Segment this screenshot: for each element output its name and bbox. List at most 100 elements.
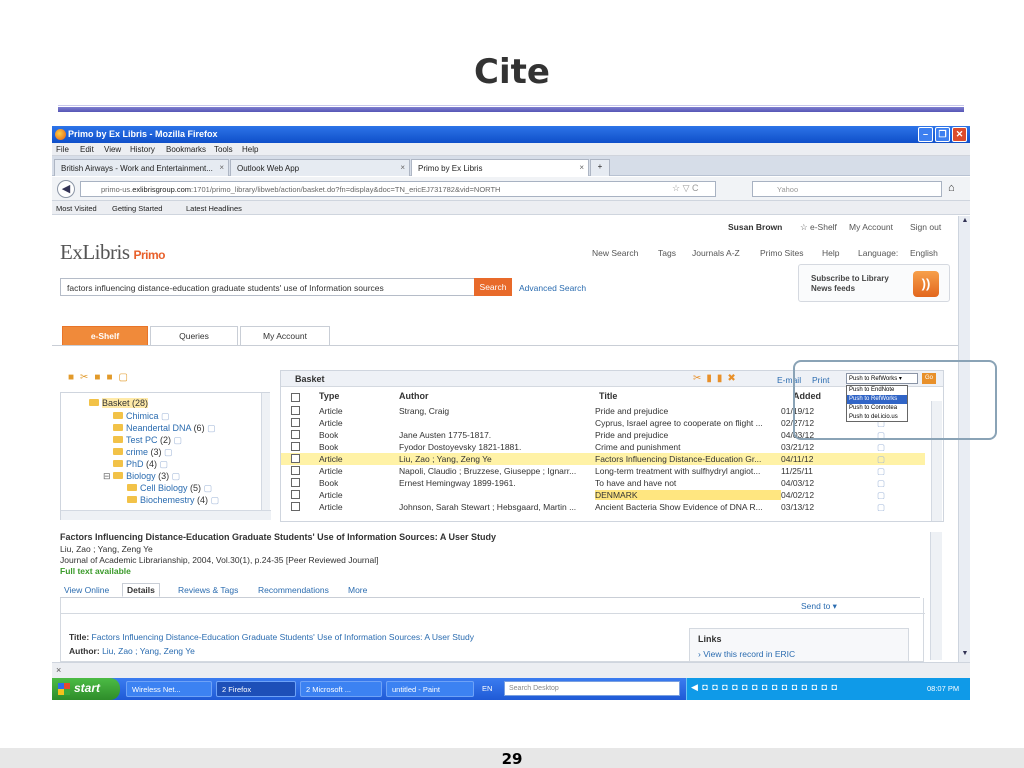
view-record-link[interactable]: › View this record in ERIC (698, 649, 795, 659)
task-firefox[interactable]: 2 Firefox (216, 681, 296, 697)
close-findbar-icon[interactable]: × (56, 665, 61, 675)
folder-phd[interactable]: PhD (4) ▢ (113, 459, 168, 470)
table-row[interactable]: Book Ernest Hemingway 1899-1961. To have a… (281, 477, 925, 489)
table-row-selected[interactable]: Article Liu, Zao ; Yang, Zeng Ye Factors I… (281, 453, 925, 465)
tab-recommendations[interactable]: Recommendations (254, 584, 333, 596)
menu-help[interactable]: Help (242, 145, 258, 154)
cell-title[interactable]: Factors Influencing Distance-Education G… (595, 454, 781, 464)
checkbox[interactable] (291, 478, 300, 487)
checkbox[interactable] (291, 502, 300, 511)
cell-title[interactable]: To have and have not (595, 478, 781, 488)
my-account-link[interactable]: My Account (849, 222, 893, 232)
tab-view-online[interactable]: View Online (60, 584, 113, 596)
scroll-up-icon[interactable]: ▲ (960, 217, 970, 227)
close-button[interactable]: ✕ (952, 127, 967, 142)
title-value[interactable]: Factors Influencing Distance-Education G… (92, 632, 474, 642)
task-wireless[interactable]: Wireless Net... (126, 681, 212, 697)
table-row[interactable]: Book Fyodor Dostoyevsky 1821-1881. Crime a… (281, 441, 925, 453)
menu-tools[interactable]: Tools (214, 145, 233, 154)
language-indicator[interactable]: EN (482, 684, 492, 693)
folder-vertical-scrollbar[interactable] (261, 393, 270, 511)
desktop-search-input[interactable]: Search Desktop (504, 681, 680, 696)
cell-title[interactable]: Pride and prejudice (595, 430, 781, 440)
start-button[interactable]: start (52, 678, 120, 700)
bookmark-most-visited[interactable]: Most Visited (56, 204, 97, 213)
menu-view[interactable]: View (104, 145, 121, 154)
advanced-search-link[interactable]: Advanced Search (519, 283, 586, 293)
checkbox[interactable] (291, 466, 300, 475)
menu-history[interactable]: History (130, 145, 155, 154)
table-row[interactable]: Article Johnson, Sarah Stewart ; Hebsgaar… (281, 501, 925, 513)
folder-crime[interactable]: crime (3) ▢ (113, 447, 173, 458)
folder-chimica[interactable]: Chimica ▢ (113, 411, 170, 422)
tray-icons[interactable]: ◀ ◘ ◘ ◘ ◘ ◘ ◘ ◘ ◘ ◘ ◘ ◘ ◘ ◘ ◘ (691, 682, 838, 693)
checkbox[interactable] (291, 490, 300, 499)
task-paint[interactable]: untitled - Paint (386, 681, 474, 697)
detail-scrollbar[interactable] (930, 532, 942, 660)
folder-toolbar-icons[interactable]: ■✂■■▢ (68, 372, 134, 383)
cell-title[interactable]: Pride and prejudice (595, 406, 781, 416)
scroll-down-icon[interactable]: ▼ (960, 650, 970, 660)
checkbox[interactable] (291, 393, 300, 402)
checkbox[interactable] (291, 430, 300, 439)
folder-neandertal[interactable]: Neandertal DNA (6) ▢ (113, 423, 216, 434)
comment-icon[interactable]: ▢ (877, 466, 885, 477)
back-button[interactable]: ◀ (57, 180, 75, 198)
tab-primo[interactable]: Primo by Ex Libris × (411, 159, 589, 176)
checkbox[interactable] (291, 418, 300, 427)
tab-eshelf[interactable]: e-Shelf (62, 326, 148, 346)
language-select[interactable]: English (910, 248, 938, 258)
bookmark-getting-started[interactable]: Getting Started (112, 204, 162, 213)
subscribe-box[interactable]: Subscribe to Library News feeds )) (798, 264, 950, 302)
cell-title[interactable]: Cyprus, Israel agree to cooperate on fli… (595, 418, 781, 428)
tab-outlook[interactable]: Outlook Web App × (230, 159, 410, 176)
folder-basket[interactable]: Basket (28) (89, 398, 149, 408)
tab-more[interactable]: More (344, 584, 371, 596)
tab-details[interactable]: Details (122, 583, 160, 597)
table-row[interactable]: Article DENMARK 04/02/12 ▢ (281, 489, 925, 501)
tags-link[interactable]: Tags (658, 248, 676, 258)
close-tab-icon[interactable]: × (579, 163, 584, 172)
menu-edit[interactable]: Edit (80, 145, 94, 154)
task-microsoft[interactable]: 2 Microsoft ... (300, 681, 382, 697)
close-tab-icon[interactable]: × (400, 163, 405, 172)
folder-horizontal-scrollbar[interactable] (61, 510, 271, 520)
comment-icon[interactable]: ▢ (877, 454, 885, 465)
folder-cell-biology[interactable]: Cell Biology (5) ▢ (127, 483, 212, 494)
search-button[interactable]: Search (474, 278, 512, 296)
folder-biochemestry[interactable]: Biochemestry (4) ▢ (127, 495, 219, 506)
rss-icon[interactable]: )) (913, 271, 939, 297)
comment-icon[interactable]: ▢ (877, 502, 885, 513)
option-endnote[interactable]: Push to EndNote (847, 386, 907, 395)
sign-out-link[interactable]: Sign out (910, 222, 941, 232)
send-to-menu[interactable]: Send to ▾ (801, 601, 837, 612)
column-type[interactable]: Type (319, 391, 339, 401)
home-icon[interactable]: ⌂ (948, 182, 955, 194)
tab-british-airways[interactable]: British Airways - Work and Entertainment… (54, 159, 229, 176)
table-row[interactable]: Article Napoli, Claudio ; Bruzzese, Giuse… (281, 465, 925, 477)
comment-icon[interactable]: ▢ (877, 490, 885, 501)
record-title[interactable]: Factors Influencing Distance-Education G… (60, 532, 496, 542)
author-value[interactable]: Liu, Zao ; Yang, Zeng Ye (102, 646, 195, 656)
folder-biology[interactable]: ⊟ Biology (3) ▢ (103, 471, 180, 482)
primo-sites-link[interactable]: Primo Sites (760, 248, 803, 258)
option-connotea[interactable]: Push to Connotea (847, 404, 907, 413)
url-bar[interactable]: primo-us.exlibrisgroup.com:1701/primo_li… (80, 181, 716, 197)
cell-title[interactable]: Long-term treatment with sulfhydryl angi… (595, 466, 781, 476)
maximize-button[interactable]: ❐ (935, 127, 950, 142)
folder-test-pc[interactable]: Test PC (2) ▢ (113, 435, 182, 446)
eshelf-link[interactable]: ☆ e-Shelf (800, 222, 837, 233)
cell-title[interactable]: Ancient Bacteria Show Evidence of DNA R.… (595, 502, 781, 512)
bookmark-latest-headlines[interactable]: Latest Headlines (186, 204, 242, 213)
select-all-checkbox[interactable] (291, 391, 303, 403)
basket-action-icons[interactable]: ✂▮▮✖ (693, 373, 741, 384)
cell-title[interactable]: DENMARK (595, 490, 781, 500)
tab-my-account[interactable]: My Account (240, 326, 330, 346)
journals-link[interactable]: Journals A-Z (692, 248, 740, 258)
column-title[interactable]: Title (599, 391, 617, 401)
comment-icon[interactable]: ▢ (877, 478, 885, 489)
collapse-icon[interactable]: ⊟ (103, 471, 111, 481)
tab-reviews-tags[interactable]: Reviews & Tags (174, 584, 242, 596)
checkbox[interactable] (291, 454, 300, 463)
checkbox[interactable] (291, 442, 300, 451)
